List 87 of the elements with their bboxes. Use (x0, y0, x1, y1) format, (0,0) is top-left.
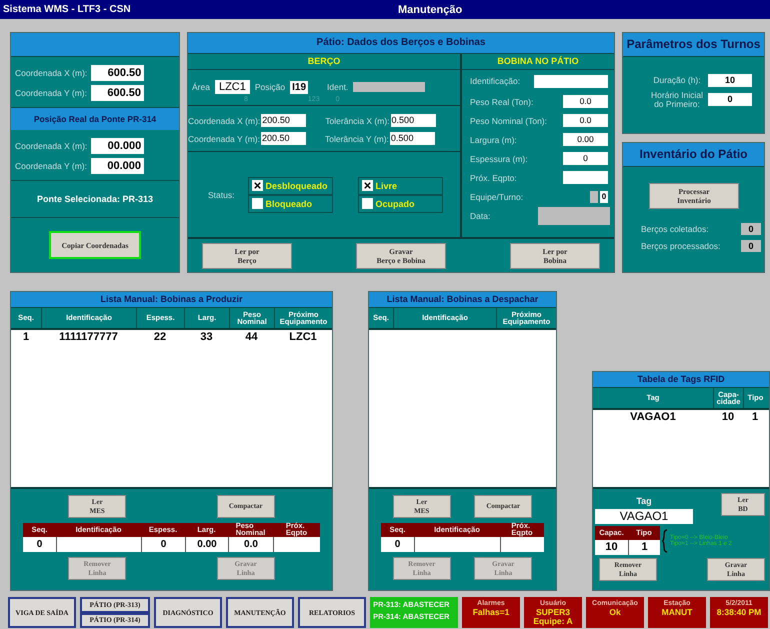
checkbox[interactable] (362, 180, 374, 191)
coordinate-field[interactable]: 00.000 (91, 138, 144, 154)
checkbox[interactable] (252, 180, 264, 191)
value-field[interactable]: 0.0 (563, 114, 608, 127)
table-cell-text: VAGAO1 (629, 410, 677, 424)
table-cell-text: 22 (152, 330, 168, 344)
field-label: Coordenada X (m): (188, 116, 260, 126)
field-label: Tolerância X (m): (325, 116, 390, 126)
field-label: Próx. Eqpto: (470, 172, 517, 182)
team-field (590, 190, 598, 202)
selected-bridge-text: Ponte Selecionada: PR-313 (36, 194, 154, 204)
panel-header: Parâmetros dos Turnos (623, 33, 764, 57)
status-text: Ok (609, 608, 621, 617)
status-text: SUPER3 (536, 608, 570, 617)
status-text: MANUT (662, 608, 692, 617)
count-field: 0 (741, 240, 761, 252)
count-field: 0 (741, 223, 761, 235)
field-label: Coordenada Y (m): (15, 88, 87, 98)
field-label: Área (192, 82, 210, 92)
field-label: Peso Nominal (Ton): (470, 116, 548, 126)
column-header: Tag (635, 494, 653, 508)
checkbox[interactable] (362, 198, 374, 209)
table-cell-text: 1111177777 (58, 330, 119, 344)
field-label: Posição (254, 82, 286, 92)
brace-icon (662, 528, 668, 552)
field-label: Data: (470, 210, 490, 220)
table-cell-text: 44 (244, 330, 259, 344)
field-label: Coordenada X (m): (15, 68, 88, 78)
panel-header: Tabela de Tags RFID (593, 372, 769, 388)
field-label: Identificação: (470, 76, 520, 86)
checkbox-label: Bloqueado (265, 198, 312, 208)
field-label: Berços processados: (641, 241, 720, 251)
field-label: Coordenada Y (m): (15, 161, 87, 171)
status-text: Falhas=1 (472, 608, 510, 617)
field-label: Peso Real (Ton): (470, 96, 534, 106)
field-label: Equipe/Turno: (470, 192, 524, 202)
panel-header: Pátio: Dados dos Berços e Bobinas (188, 33, 614, 54)
coordinate-field[interactable]: 200.50 (260, 132, 306, 145)
panel-header: Lista Manual: Bobinas a Produzir (11, 292, 332, 308)
panel-header: Inventário do Pátio (623, 143, 764, 167)
app-title: Sistema WMS - LTF3 - CSN (2, 4, 132, 15)
status-text: Equipe: A (533, 617, 573, 626)
value-field[interactable]: 0.0 (563, 95, 608, 108)
position-field[interactable]: I19 (290, 80, 308, 94)
identification-field[interactable] (534, 74, 608, 88)
value-field[interactable]: 0 (708, 93, 752, 106)
checkbox[interactable] (252, 198, 264, 209)
field-label: Status: (208, 190, 234, 200)
table-cell-text: 1 (750, 410, 760, 424)
value-field[interactable]: 0.00 (563, 133, 608, 146)
field-label: Ident. (327, 82, 348, 92)
field-label: Horário Inicial do Primeiro: (651, 91, 703, 108)
tag-field[interactable]: VAGAO1 (595, 509, 693, 524)
table-cell-text: 10 (720, 410, 736, 424)
field-label: Duração (h): (652, 76, 702, 85)
value-field[interactable]: 10 (708, 74, 752, 87)
table-cell-text: 1 (22, 330, 30, 344)
field-label: Largura (m): (470, 134, 517, 144)
checkbox-label: Desbloqueado (265, 180, 328, 190)
coordinate-field[interactable]: 00.000 (90, 158, 144, 174)
field-label: Coordenada X (m): (15, 141, 88, 151)
date-field (538, 206, 610, 224)
shift-field[interactable]: 0 (600, 190, 608, 202)
field-label: Tolerância Y (m): (324, 134, 389, 144)
section-title: BERÇO (188, 54, 460, 70)
status-text: 8:38:40 PM (716, 608, 762, 617)
coordinate-field[interactable]: 600.50 (91, 65, 144, 81)
tolerance-field[interactable]: 0.500 (390, 114, 436, 127)
panel-header: Lista Manual: Bobinas a Despachar (369, 292, 556, 308)
checkbox-label: Ocupado (375, 198, 414, 208)
field-label: Espessura (m): (470, 154, 528, 164)
checkbox-label: Livre (375, 180, 397, 190)
tolerance-field[interactable]: 0.500 (390, 132, 435, 145)
area-field[interactable]: LZC1 (214, 80, 250, 94)
field-label: Berços coletados: (641, 224, 709, 234)
input-field[interactable]: 10 (595, 540, 628, 555)
value-field[interactable]: 0 (563, 152, 608, 165)
section-header: Posição Real da Ponte PR-314 (11, 108, 179, 130)
screen-title: Manutenção (398, 4, 462, 16)
value-field[interactable] (563, 171, 608, 184)
section-title: BOBINA NO PÁTIO (462, 54, 614, 70)
table-cell-text: LZC1 (288, 330, 318, 344)
coordinate-field[interactable]: 200.50 (261, 114, 306, 127)
input-field[interactable]: 1 (628, 540, 660, 555)
coordinate-field[interactable]: 600.50 (90, 85, 144, 101)
field-label: Coordenada Y (m): (188, 134, 260, 144)
table-cell-text: 33 (199, 330, 214, 344)
